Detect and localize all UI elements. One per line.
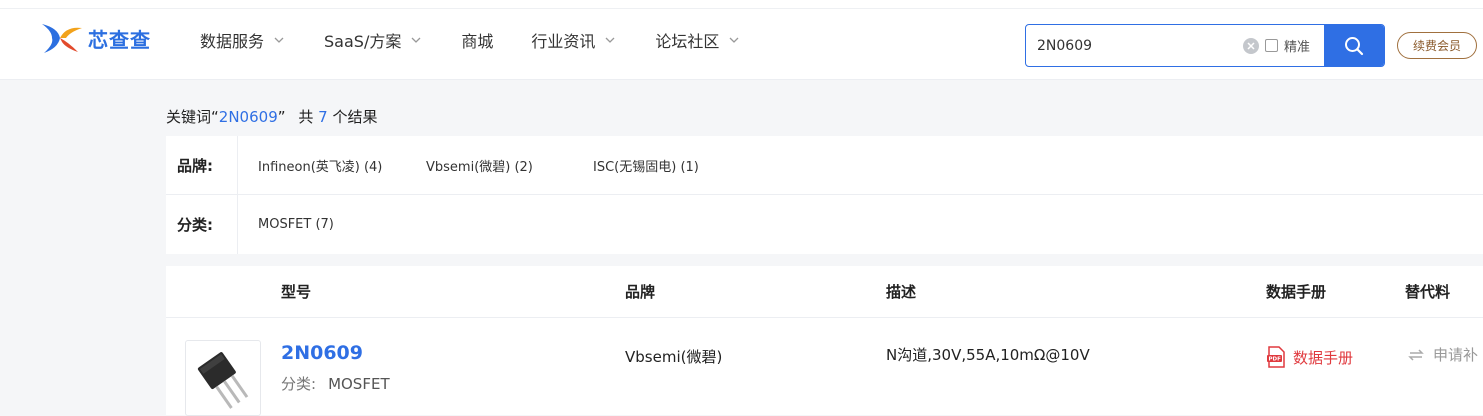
summary-keyword: 2N0609 [218,108,278,126]
brand-filter-label: 品牌: [166,135,238,195]
search-input[interactable] [1026,25,1243,66]
col-header-brand: 品牌 [625,283,656,301]
site-logo[interactable]: 芯查查 [40,18,151,58]
pdf-icon: PDF [1267,346,1285,368]
chevron-down-icon [729,37,739,43]
summary-prefix: 关键词 [166,108,212,126]
col-header-datasheet: 数据手册 [1266,283,1327,301]
top-header: 芯查查 数据服务 SaaS/方案 商城 行业资讯 论坛社区 精准 [0,0,1483,80]
category-option-mosfet[interactable]: MOSFET (7) [258,217,334,232]
nav-label: 论坛社区 [655,32,720,51]
results-table: 型号 品牌 描述 数据手册 替代料 2N0609 分类: MOSFET Vbsem… [166,266,1483,416]
part-number-link[interactable]: 2N0609 [281,342,363,364]
svg-text:PDF: PDF [1269,357,1282,363]
result-summary: 关键词“2N0609” 共 7 个结果 [166,106,377,127]
alternative-label: 申请补 [1433,346,1479,364]
brand-filter-row: 品牌: Infineon(英飞凌) (4) Vbsemi(微碧) (2) ISC… [166,135,1483,195]
category-filter-row: 分类: MOSFET (7) [166,195,1483,254]
brand-option-vbsemi[interactable]: Vbsemi(微碧) (2) [426,156,533,175]
chevron-down-icon [605,37,615,43]
search-box: 精准 [1025,24,1385,67]
chevron-down-icon [274,37,284,43]
category-filter-label: 分类: [166,195,238,254]
nav-forum[interactable]: 论坛社区 [655,28,739,52]
nav-mall[interactable]: 商城 [461,28,493,52]
nav-label: 数据服务 [200,32,265,51]
col-header-model: 型号 [281,283,312,301]
renew-membership-button[interactable]: 续费会员 [1397,32,1477,59]
nav-label: 行业资讯 [531,32,596,51]
quote-open: “ [211,108,219,126]
swap-icon [1408,348,1424,361]
result-count: 7 [318,108,328,126]
search-button[interactable] [1324,25,1384,66]
request-alternative-button[interactable]: 申请补 [1407,344,1478,365]
row-description: N沟道,30V,55A,10mΩ@10V [886,346,1090,364]
row-brand: Vbsemi(微碧) [625,348,723,366]
exact-match-checkbox[interactable]: 精准 [1264,25,1310,66]
category-label: 分类: [281,375,317,393]
logo-icon [42,24,82,53]
exact-match-label: 精准 [1283,40,1310,55]
logo-text: 芯查查 [88,27,151,52]
datasheet-link[interactable]: PDF 数据手册 [1266,346,1353,368]
nav-label: 商城 [461,32,494,51]
col-header-description: 描述 [886,283,917,301]
chevron-down-icon [411,37,421,43]
filter-panel: 品牌: Infineon(英飞凌) (4) Vbsemi(微碧) (2) ISC… [166,135,1483,254]
quote-close: ” [277,108,286,126]
summary-mid: 共 [298,108,314,126]
summary-suffix: 个结果 [332,108,378,126]
brand-option-isc[interactable]: ISC(无锡固电) (1) [593,156,699,175]
nav-data-services[interactable]: 数据服务 [200,28,284,52]
clear-icon[interactable] [1242,38,1259,54]
nav-label: SaaS/方案 [324,32,402,51]
product-thumbnail[interactable] [185,340,261,416]
table-header: 型号 品牌 描述 数据手册 替代料 [166,266,1483,318]
search-icon [1345,36,1364,55]
category-value: MOSFET [328,375,390,393]
transistor-image [197,352,249,409]
main-nav: 数据服务 SaaS/方案 商城 行业资讯 论坛社区 [200,0,739,80]
nav-industry-news[interactable]: 行业资讯 [531,28,615,52]
nav-saas[interactable]: SaaS/方案 [324,28,421,52]
datasheet-label: 数据手册 [1293,348,1354,367]
part-category: 分类: MOSFET [281,373,390,394]
checkbox-box[interactable] [1264,39,1278,52]
col-header-alternative: 替代料 [1405,283,1451,301]
brand-option-infineon[interactable]: Infineon(英飞凌) (4) [258,156,382,175]
